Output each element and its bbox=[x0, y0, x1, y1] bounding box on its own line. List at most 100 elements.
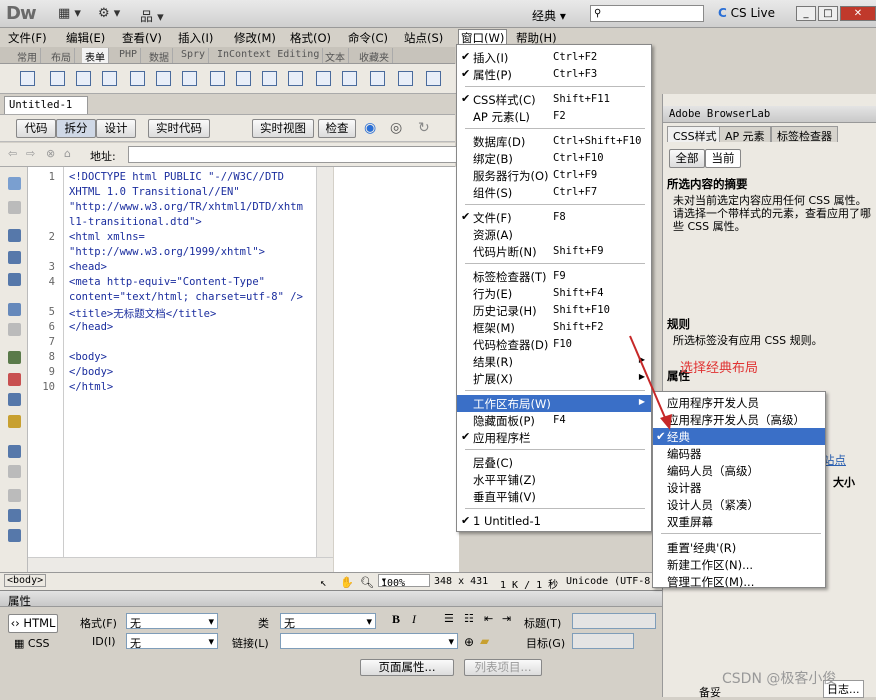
window-menu-item[interactable]: 垂直平铺(V) bbox=[457, 488, 651, 505]
home-icon[interactable]: ⌂ bbox=[64, 147, 71, 160]
window-menu-item[interactable]: 代码片断(N) Shift+F9 bbox=[457, 243, 651, 260]
tab-ap-elements[interactable]: AP 元素 bbox=[719, 126, 771, 143]
window-menu-item[interactable]: ✔ 插入(I) Ctrl+F2 bbox=[457, 49, 651, 66]
workspace-layout-item[interactable]: 设计人员（紧凑） bbox=[653, 496, 825, 513]
outdent-icon[interactable]: ⇤ bbox=[484, 612, 493, 625]
spry-validation-icon[interactable] bbox=[398, 71, 413, 86]
zoom-tool-icon[interactable]: 🔍︎ bbox=[360, 576, 374, 589]
workspace-layout-item[interactable]: 双重屏幕 bbox=[653, 513, 825, 530]
browserlab-header[interactable]: Adobe BrowserLab bbox=[663, 106, 876, 123]
html-mode-button[interactable]: ‹› HTML bbox=[8, 614, 58, 633]
indent-icon[interactable]: ⇥ bbox=[502, 612, 511, 625]
select-tool-icon[interactable]: ↖ bbox=[320, 576, 327, 589]
tab-text[interactable]: 文本 bbox=[322, 48, 349, 64]
window-menu-item[interactable]: 水平平铺(Z) bbox=[457, 471, 651, 488]
gear-icon[interactable]: ⚙ ▾ bbox=[98, 6, 120, 21]
window-menu-item[interactable]: 组件(S) Ctrl+F7 bbox=[457, 184, 651, 201]
expand-all-icon[interactable] bbox=[8, 273, 21, 286]
fieldset-icon[interactable] bbox=[370, 71, 385, 86]
tab-layout[interactable]: 布局 bbox=[48, 48, 75, 64]
back-icon[interactable]: ⇦ bbox=[8, 147, 17, 160]
forward-icon[interactable]: ⇨ bbox=[26, 147, 35, 160]
window-menu-item[interactable]: ✔ 文件(F) F8 bbox=[457, 209, 651, 226]
workspace-layout-item[interactable]: 设计器 bbox=[653, 479, 825, 496]
show-code-navigator-icon[interactable] bbox=[8, 201, 21, 214]
spry-textarea-icon[interactable] bbox=[426, 71, 441, 86]
close-button[interactable]: ✕ bbox=[840, 6, 876, 21]
tab-data[interactable]: 数据 bbox=[146, 48, 173, 64]
hidden-field-icon[interactable] bbox=[76, 71, 91, 86]
checkbox-icon[interactable] bbox=[130, 71, 145, 86]
apply-comment-icon[interactable] bbox=[8, 445, 21, 458]
tab-incontext[interactable]: InContext Editing bbox=[214, 48, 324, 63]
jump-menu-icon[interactable] bbox=[236, 71, 251, 86]
code-line[interactable]: <meta http-equiv="Content-Type" bbox=[69, 276, 265, 288]
class-select[interactable]: 无 ▾ bbox=[280, 613, 376, 630]
window-menu-item[interactable]: 资源(A) bbox=[457, 226, 651, 243]
image-field-icon[interactable] bbox=[262, 71, 277, 86]
code-horizontal-scrollbar[interactable] bbox=[28, 557, 333, 572]
workspace-layout-item[interactable]: 重置'经典'(R) bbox=[653, 539, 825, 556]
workspace-layout-item[interactable]: 管理工作区(M)... bbox=[653, 573, 825, 590]
tab-favorites[interactable]: 收藏夹 bbox=[356, 48, 393, 64]
link-input[interactable]: ▾ bbox=[280, 633, 458, 649]
window-menu-item[interactable]: AP 元素(L) F2 bbox=[457, 108, 651, 125]
code-vertical-scrollbar[interactable] bbox=[316, 167, 333, 557]
window-menu-item[interactable]: 绑定(B) Ctrl+F10 bbox=[457, 150, 651, 167]
design-view-button[interactable]: 设计 bbox=[96, 119, 136, 138]
menu-edit[interactable]: 编辑(E) bbox=[66, 30, 105, 46]
tab-css-styles[interactable]: CSS样式 bbox=[667, 126, 723, 143]
window-menu-item[interactable]: 服务器行为(O) Ctrl+F9 bbox=[457, 167, 651, 184]
tab-forms[interactable]: 表单 bbox=[82, 48, 109, 64]
minimize-button[interactable]: _ bbox=[796, 6, 816, 21]
window-menu-item[interactable]: 标签检查器(T) F9 bbox=[457, 268, 651, 285]
workspace-layout-item[interactable]: 新建工作区(N)... bbox=[653, 556, 825, 573]
select-parent-tag-icon[interactable] bbox=[8, 303, 21, 316]
menu-view[interactable]: 查看(V) bbox=[122, 30, 162, 46]
tab-common[interactable]: 常用 bbox=[14, 48, 41, 64]
tab-php[interactable]: PHP bbox=[116, 48, 142, 63]
code-line[interactable]: </head> bbox=[69, 321, 113, 333]
menu-format[interactable]: 格式(O) bbox=[290, 30, 331, 46]
layout-icon[interactable]: ▦ ▾ bbox=[58, 6, 81, 21]
window-menu-item[interactable]: 历史记录(H) Shift+F10 bbox=[457, 302, 651, 319]
menu-site[interactable]: 站点(S) bbox=[404, 30, 443, 46]
unordered-list-icon[interactable]: ☰ bbox=[444, 612, 454, 625]
remove-comment-icon[interactable] bbox=[8, 465, 21, 478]
browse-folder-icon[interactable]: ▰ bbox=[480, 634, 489, 648]
css-mode-button[interactable]: ▦ CSS bbox=[14, 637, 50, 650]
text-field-icon[interactable] bbox=[50, 71, 65, 86]
move-css-icon[interactable] bbox=[8, 529, 21, 542]
code-line[interactable]: </html> bbox=[69, 381, 113, 393]
menu-modify[interactable]: 修改(M) bbox=[234, 30, 276, 46]
tab-spry[interactable]: Spry bbox=[178, 48, 210, 63]
address-input[interactable] bbox=[128, 146, 458, 163]
code-line[interactable]: "http://www.w3.org/TR/xhtml1/DTD/xhtm bbox=[69, 201, 303, 213]
site-link[interactable]: 站点 bbox=[823, 452, 846, 468]
form-icon[interactable] bbox=[20, 71, 35, 86]
radio-icon[interactable] bbox=[156, 71, 171, 86]
format-select[interactable]: 无 ▾ bbox=[126, 613, 218, 630]
code-line[interactable]: <!DOCTYPE html PUBLIC "-//W3C//DTD bbox=[69, 171, 284, 183]
cs-live-button[interactable]: C CS Live bbox=[718, 6, 775, 20]
window-size[interactable]: 348 x 431 bbox=[434, 576, 488, 587]
title-input[interactable] bbox=[572, 613, 656, 629]
menu-file[interactable]: 文件(F) bbox=[8, 30, 47, 46]
list-item-button[interactable]: 列表项目... bbox=[464, 659, 542, 676]
window-menu-item[interactable]: ✔ CSS样式(C) Shift+F11 bbox=[457, 91, 651, 108]
workspace-layout-item[interactable]: 编码人员（高级） bbox=[653, 462, 825, 479]
workspace-layout-item[interactable]: 编码器 bbox=[653, 445, 825, 462]
window-menu-item[interactable]: ✔ 1 Untitled-1 bbox=[457, 513, 651, 530]
code-line[interactable]: XHTML 1.0 Transitional//EN" bbox=[69, 186, 240, 198]
search-input[interactable]: ⚲ bbox=[590, 5, 704, 22]
zoom-select[interactable]: 100% ▾ bbox=[378, 574, 430, 589]
code-line[interactable]: <html xmlns= bbox=[69, 231, 145, 243]
window-menu-item[interactable]: 行为(E) Shift+F4 bbox=[457, 285, 651, 302]
globe-icon[interactable]: ◉ bbox=[364, 120, 376, 136]
window-menu-item[interactable]: 层叠(C) bbox=[457, 454, 651, 471]
size-column-header[interactable]: 大小 bbox=[833, 474, 855, 490]
label-icon[interactable] bbox=[342, 71, 357, 86]
current-mode-button[interactable]: 当前 bbox=[705, 149, 741, 168]
ordered-list-icon[interactable]: ☷ bbox=[464, 612, 474, 625]
code-line[interactable]: </body> bbox=[69, 366, 113, 378]
